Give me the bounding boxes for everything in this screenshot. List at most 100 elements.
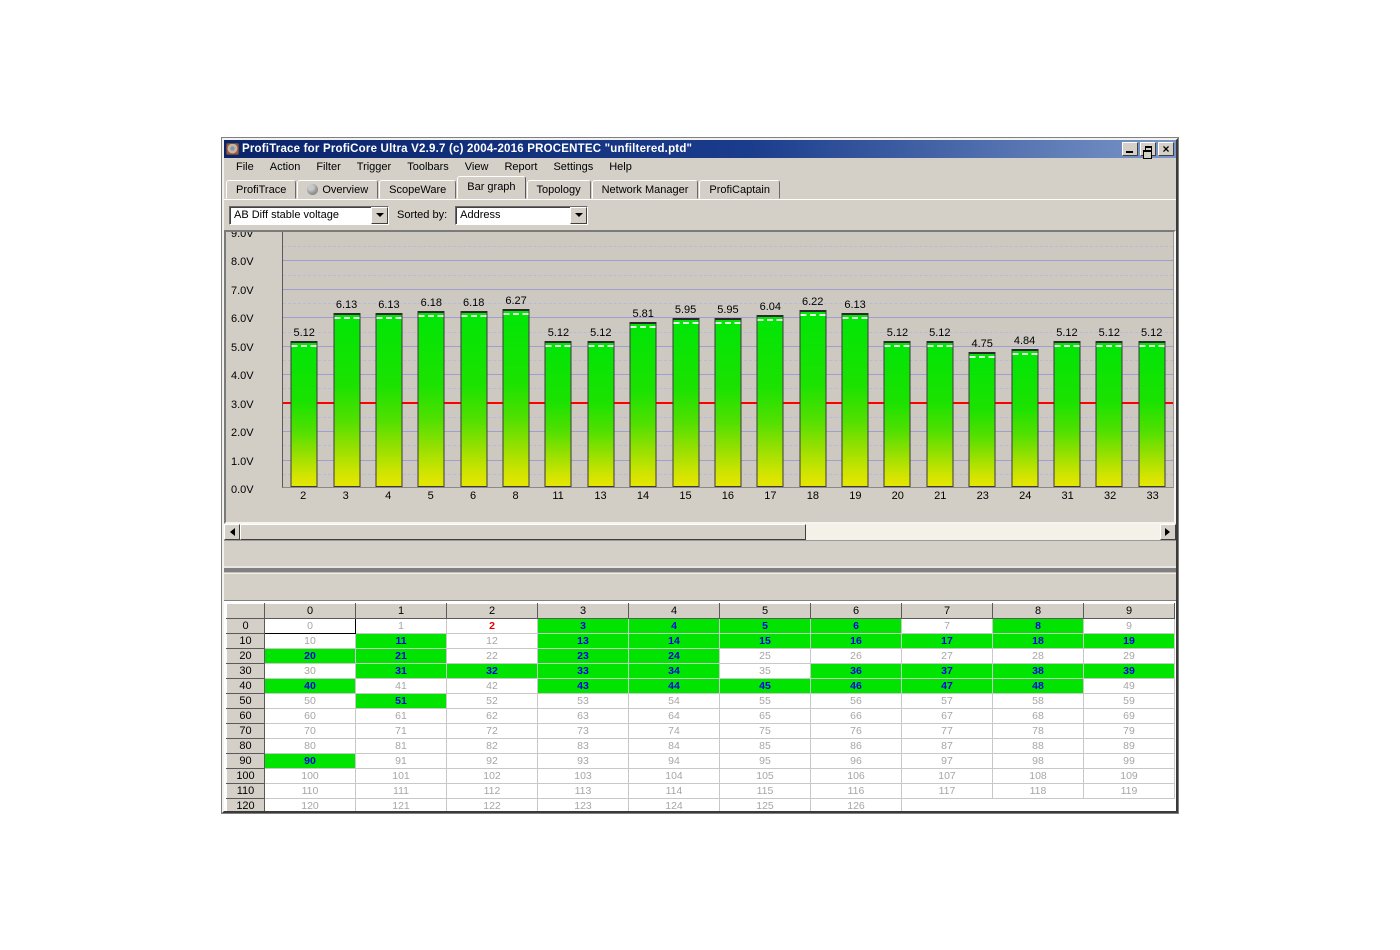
station-cell-64[interactable]: 64 xyxy=(629,709,720,724)
tab-network-manager[interactable]: Network Manager xyxy=(592,180,699,199)
station-cell-108[interactable]: 108 xyxy=(993,769,1084,784)
station-cell-19[interactable]: 19 xyxy=(1084,634,1175,649)
station-cell-110[interactable]: 110 xyxy=(265,784,356,799)
station-cell-28[interactable]: 28 xyxy=(993,649,1084,664)
station-cell-77[interactable]: 77 xyxy=(902,724,993,739)
station-cell-37[interactable]: 37 xyxy=(902,664,993,679)
station-cell-18[interactable]: 18 xyxy=(993,634,1084,649)
scroll-right-button[interactable] xyxy=(1160,524,1176,540)
station-cell-57[interactable]: 57 xyxy=(902,694,993,709)
station-cell-102[interactable]: 102 xyxy=(447,769,538,784)
station-cell-15[interactable]: 15 xyxy=(720,634,811,649)
station-cell-84[interactable]: 84 xyxy=(629,739,720,754)
station-cell-61[interactable]: 61 xyxy=(356,709,447,724)
station-cell-56[interactable]: 56 xyxy=(811,694,902,709)
station-cell-22[interactable]: 22 xyxy=(447,649,538,664)
station-cell-115[interactable]: 115 xyxy=(720,784,811,799)
station-cell-121[interactable]: 121 xyxy=(356,799,447,812)
station-cell-41[interactable]: 41 xyxy=(356,679,447,694)
menu-item-trigger[interactable]: Trigger xyxy=(349,159,399,175)
station-cell-71[interactable]: 71 xyxy=(356,724,447,739)
station-cell-16[interactable]: 16 xyxy=(811,634,902,649)
station-cell-30[interactable]: 30 xyxy=(265,664,356,679)
station-cell-85[interactable]: 85 xyxy=(720,739,811,754)
station-cell-107[interactable]: 107 xyxy=(902,769,993,784)
station-cell-89[interactable]: 89 xyxy=(1084,739,1175,754)
station-cell-5[interactable]: 5 xyxy=(720,619,811,634)
menu-item-help[interactable]: Help xyxy=(601,159,640,175)
station-cell-2[interactable]: 2 xyxy=(447,619,538,634)
station-cell-4[interactable]: 4 xyxy=(629,619,720,634)
tab-overview[interactable]: Overview xyxy=(297,180,378,199)
station-cell-13[interactable]: 13 xyxy=(538,634,629,649)
station-cell-1[interactable]: 1 xyxy=(356,619,447,634)
station-cell-39[interactable]: 39 xyxy=(1084,664,1175,679)
station-cell-123[interactable]: 123 xyxy=(538,799,629,812)
station-cell-32[interactable]: 32 xyxy=(447,664,538,679)
menu-item-report[interactable]: Report xyxy=(496,159,545,175)
scrollbar-track[interactable] xyxy=(240,524,1160,540)
station-cell-109[interactable]: 109 xyxy=(1084,769,1175,784)
station-cell-49[interactable]: 49 xyxy=(1084,679,1175,694)
station-cell-111[interactable]: 111 xyxy=(356,784,447,799)
station-cell-79[interactable]: 79 xyxy=(1084,724,1175,739)
station-cell-20[interactable]: 20 xyxy=(265,649,356,664)
measurement-select-dropdown-button[interactable] xyxy=(371,207,388,224)
station-cell-103[interactable]: 103 xyxy=(538,769,629,784)
station-cell-67[interactable]: 67 xyxy=(902,709,993,724)
station-cell-26[interactable]: 26 xyxy=(811,649,902,664)
minimize-button[interactable] xyxy=(1122,142,1138,156)
station-cell-100[interactable]: 100 xyxy=(265,769,356,784)
station-cell-70[interactable]: 70 xyxy=(265,724,356,739)
station-cell-76[interactable]: 76 xyxy=(811,724,902,739)
station-cell-74[interactable]: 74 xyxy=(629,724,720,739)
station-cell-99[interactable]: 99 xyxy=(1084,754,1175,769)
station-cell-55[interactable]: 55 xyxy=(720,694,811,709)
station-cell-45[interactable]: 45 xyxy=(720,679,811,694)
station-cell-66[interactable]: 66 xyxy=(811,709,902,724)
station-cell-24[interactable]: 24 xyxy=(629,649,720,664)
station-cell-91[interactable]: 91 xyxy=(356,754,447,769)
scroll-left-button[interactable] xyxy=(224,524,240,540)
station-cell-116[interactable]: 116 xyxy=(811,784,902,799)
close-button[interactable]: × xyxy=(1158,142,1174,156)
station-cell-93[interactable]: 93 xyxy=(538,754,629,769)
station-cell-126[interactable]: 126 xyxy=(811,799,902,812)
station-cell-125[interactable]: 125 xyxy=(720,799,811,812)
station-cell-68[interactable]: 68 xyxy=(993,709,1084,724)
station-cell-62[interactable]: 62 xyxy=(447,709,538,724)
station-cell-48[interactable]: 48 xyxy=(993,679,1084,694)
station-cell-42[interactable]: 42 xyxy=(447,679,538,694)
station-cell-87[interactable]: 87 xyxy=(902,739,993,754)
station-cell-118[interactable]: 118 xyxy=(993,784,1084,799)
station-cell-75[interactable]: 75 xyxy=(720,724,811,739)
station-cell-97[interactable]: 97 xyxy=(902,754,993,769)
station-cell-11[interactable]: 11 xyxy=(356,634,447,649)
station-cell-33[interactable]: 33 xyxy=(538,664,629,679)
station-cell-40[interactable]: 40 xyxy=(265,679,356,694)
station-cell-63[interactable]: 63 xyxy=(538,709,629,724)
station-cell-21[interactable]: 21 xyxy=(356,649,447,664)
station-cell-35[interactable]: 35 xyxy=(720,664,811,679)
station-cell-10[interactable]: 10 xyxy=(265,634,356,649)
station-cell-95[interactable]: 95 xyxy=(720,754,811,769)
station-cell-120[interactable]: 120 xyxy=(265,799,356,812)
station-cell-81[interactable]: 81 xyxy=(356,739,447,754)
station-cell-104[interactable]: 104 xyxy=(629,769,720,784)
station-cell-27[interactable]: 27 xyxy=(902,649,993,664)
station-cell-46[interactable]: 46 xyxy=(811,679,902,694)
station-cell-83[interactable]: 83 xyxy=(538,739,629,754)
station-cell-60[interactable]: 60 xyxy=(265,709,356,724)
station-cell-106[interactable]: 106 xyxy=(811,769,902,784)
station-cell-29[interactable]: 29 xyxy=(1084,649,1175,664)
scrollbar-thumb[interactable] xyxy=(240,524,806,540)
station-cell-96[interactable]: 96 xyxy=(811,754,902,769)
station-cell-38[interactable]: 38 xyxy=(993,664,1084,679)
station-cell-17[interactable]: 17 xyxy=(902,634,993,649)
station-cell-53[interactable]: 53 xyxy=(538,694,629,709)
station-cell-9[interactable]: 9 xyxy=(1084,619,1175,634)
tab-bar-graph[interactable]: Bar graph xyxy=(457,176,525,199)
menu-item-view[interactable]: View xyxy=(457,159,497,175)
tab-scopeware[interactable]: ScopeWare xyxy=(379,180,456,199)
measurement-select[interactable]: AB Diff stable voltage xyxy=(229,206,389,225)
